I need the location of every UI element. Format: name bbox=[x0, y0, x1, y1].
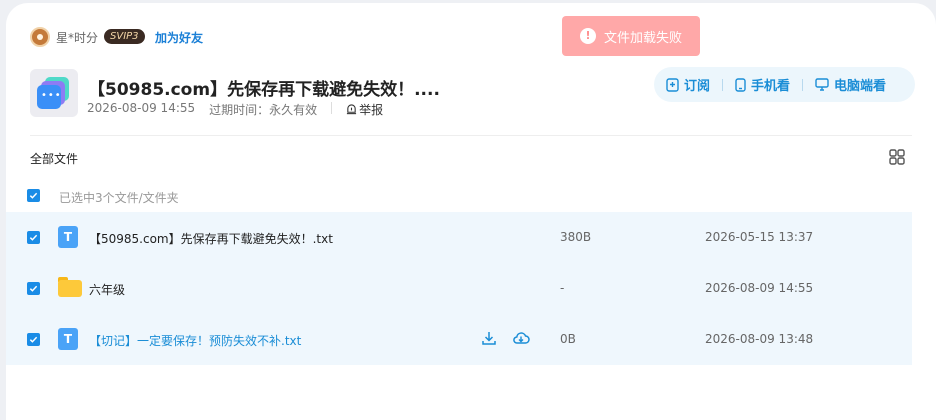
file-name[interactable]: 六年级 bbox=[89, 281, 125, 298]
folder-icon bbox=[58, 277, 82, 297]
file-date: 2026-05-15 13:37 bbox=[705, 230, 814, 244]
error-toast: ! 文件加载失败 bbox=[562, 16, 700, 56]
file-row[interactable]: T 【切记】一定要保存！预防失效不补.txt 0B 2026-08-09 13:… bbox=[6, 314, 912, 365]
row-checkbox[interactable] bbox=[27, 282, 40, 295]
download-icon[interactable] bbox=[480, 329, 498, 347]
file-list: T 【50985.com】先保存再下载避免失效！.txt 380B 2026-0… bbox=[6, 212, 912, 365]
file-size: 0B bbox=[560, 332, 576, 346]
file-row[interactable]: T 【50985.com】先保存再下载避免失效！.txt 380B 2026-0… bbox=[6, 212, 912, 263]
vip-badge: SVIP3 bbox=[104, 29, 145, 44]
avatar[interactable] bbox=[30, 27, 50, 47]
share-thumbnail bbox=[30, 69, 78, 117]
share-date: 2026-08-09 14:55 bbox=[87, 101, 196, 115]
breadcrumb[interactable]: 全部文件 bbox=[30, 150, 78, 167]
monitor-icon bbox=[815, 78, 829, 91]
check-icon bbox=[29, 192, 38, 199]
alert-circle-icon: ! bbox=[579, 28, 596, 44]
file-size: 380B bbox=[560, 230, 592, 244]
owner-name: 星*时分 bbox=[56, 31, 99, 45]
file-size: - bbox=[560, 281, 565, 295]
check-icon bbox=[29, 234, 38, 241]
bookmark-icon bbox=[666, 77, 679, 92]
file-date: 2026-08-09 14:55 bbox=[705, 281, 814, 295]
row-checkbox[interactable] bbox=[27, 333, 40, 346]
header-divider bbox=[30, 135, 912, 136]
file-name[interactable]: 【50985.com】先保存再下载避免失效！.txt bbox=[89, 230, 333, 247]
subscribe-button[interactable]: 订阅 bbox=[666, 75, 710, 94]
txt-file-icon: T bbox=[58, 226, 78, 248]
row-checkbox[interactable] bbox=[27, 231, 40, 244]
share-meta: 2026-08-09 14:55 过期时间：永久有效 举报 bbox=[87, 101, 383, 118]
report-icon bbox=[347, 104, 357, 115]
share-page-card: 星*时分 SVIP3 加为好友 ! 文件加载失败 【50985.com】先保存再… bbox=[6, 3, 936, 420]
file-row[interactable]: 六年级 - 2026-08-09 14:55 bbox=[6, 263, 912, 314]
mobile-view-button[interactable]: 手机看 bbox=[735, 75, 790, 94]
select-all-checkbox[interactable] bbox=[27, 189, 40, 202]
share-expire: 过期时间：永久有效 bbox=[209, 103, 318, 117]
report-label: 举报 bbox=[359, 103, 384, 117]
share-title: 【50985.com】先保存再下载避免失效！.... bbox=[88, 80, 440, 100]
file-name[interactable]: 【切记】一定要保存！预防失效不补.txt bbox=[89, 332, 301, 349]
grid-view-icon[interactable] bbox=[889, 149, 905, 165]
add-friend-button[interactable]: 加为好友 bbox=[155, 29, 203, 46]
phone-icon bbox=[735, 77, 746, 92]
txt-file-icon: T bbox=[58, 328, 78, 350]
desktop-view-button[interactable]: 电脑端看 bbox=[815, 75, 886, 94]
report-button[interactable]: 举报 bbox=[346, 101, 383, 118]
check-icon bbox=[29, 285, 38, 292]
toast-text: 文件加载失败 bbox=[603, 30, 682, 46]
view-options-bar: 订阅 手机看 电脑端看 bbox=[654, 67, 915, 102]
save-to-cloud-icon[interactable] bbox=[512, 329, 530, 347]
file-date: 2026-08-09 13:48 bbox=[705, 332, 814, 346]
selection-count: 已选中3个文件/文件夹 bbox=[59, 191, 179, 205]
check-icon bbox=[29, 336, 38, 343]
